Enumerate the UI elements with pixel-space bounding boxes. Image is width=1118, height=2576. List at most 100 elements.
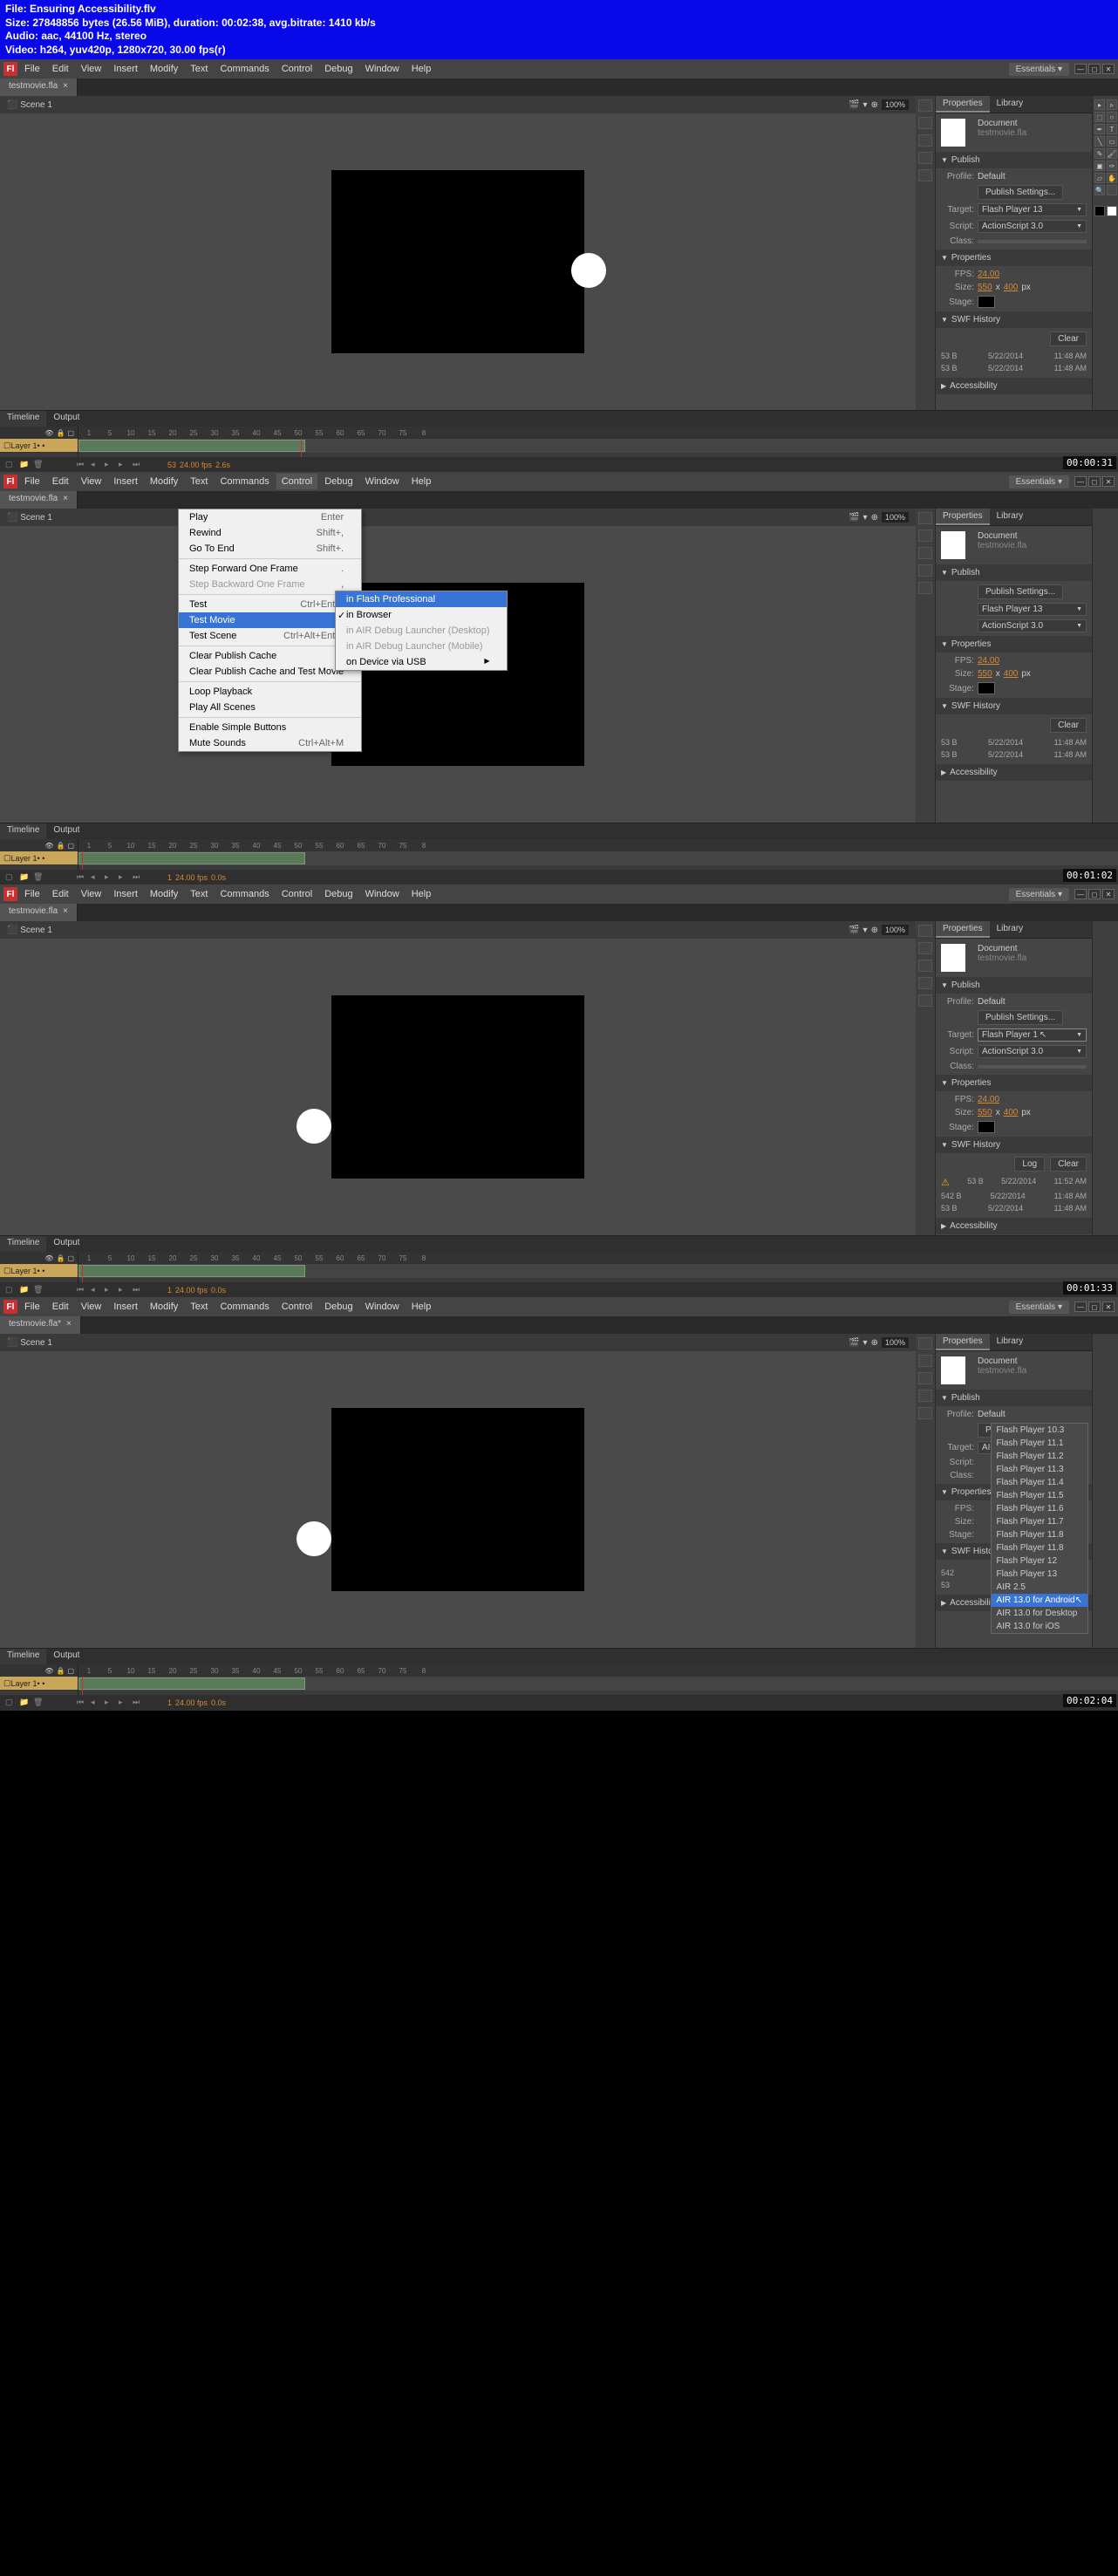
strip-icon[interactable] <box>918 117 932 129</box>
stage-canvas[interactable] <box>331 995 584 1179</box>
width-value[interactable]: 550 <box>978 283 992 292</box>
menu-control[interactable]: Control <box>276 474 317 489</box>
target-option[interactable]: Flash Player 11.5 <box>992 1489 1087 1502</box>
tab-library[interactable]: Library <box>990 96 1031 113</box>
ruler-mark[interactable]: 15 <box>141 429 162 437</box>
circle-shape[interactable] <box>297 1109 331 1144</box>
play-icon[interactable]: ▸ <box>105 460 115 470</box>
ruler-mark[interactable]: 20 <box>162 429 183 437</box>
transform-tool[interactable]: ⬚ <box>1094 112 1105 122</box>
menu-item-mute-sounds[interactable]: Mute SoundsCtrl+Alt+M <box>179 735 361 751</box>
ruler-mark[interactable]: 10 <box>120 842 141 850</box>
ruler-mark[interactable]: 1 <box>78 1667 99 1675</box>
edit-symbol-icon[interactable]: ▾ <box>863 100 868 110</box>
document-tab-dirty[interactable]: testmovie.fla*× <box>0 1316 81 1334</box>
ruler-mark[interactable]: 35 <box>225 1667 246 1675</box>
minimize-button[interactable]: — <box>1074 64 1087 74</box>
submenu-item-on-device-via-usb[interactable]: on Device via USB▶ <box>336 654 507 670</box>
menu-commands[interactable]: Commands <box>215 61 274 77</box>
target-option[interactable]: AIR 13.0 for Desktop <box>992 1607 1087 1620</box>
new-layer-icon[interactable]: ▢ <box>5 460 16 470</box>
last-frame-icon[interactable]: ⏭ <box>133 460 143 470</box>
menu-text[interactable]: Text <box>185 61 213 77</box>
menu-item-test-scene[interactable]: Test SceneCtrl+Alt+Enter <box>179 628 361 644</box>
lock-icon[interactable]: 🔒 <box>56 429 65 437</box>
ruler-mark[interactable]: 35 <box>225 1254 246 1262</box>
target-option[interactable]: Flash Player 11.2 <box>992 1450 1087 1463</box>
ruler-mark[interactable]: 25 <box>183 1254 204 1262</box>
frame-track[interactable] <box>78 439 1118 453</box>
ruler-mark[interactable]: 25 <box>183 842 204 850</box>
tab-properties[interactable]: Properties <box>936 96 990 113</box>
menu-help[interactable]: Help <box>406 61 437 77</box>
folder-icon[interactable]: 📁 <box>19 460 30 470</box>
target-dropdown[interactable]: Flash Player 13▼ <box>978 203 1087 216</box>
ruler-mark[interactable]: 8 <box>413 842 434 850</box>
menu-item-step-backward-one-frame[interactable]: Step Backward One Frame, <box>179 577 361 592</box>
ruler-mark[interactable]: 70 <box>372 1667 392 1675</box>
lasso-tool[interactable]: ○ <box>1107 112 1117 122</box>
menu-item-test-movie[interactable]: Test Movie▶ <box>179 612 361 628</box>
menu-item-step-forward-one-frame[interactable]: Step Forward One Frame. <box>179 561 361 577</box>
menu-item-play[interactable]: PlayEnter <box>179 509 361 525</box>
ruler-mark[interactable]: 40 <box>246 842 267 850</box>
ruler-mark[interactable]: 55 <box>309 842 330 850</box>
ruler-mark[interactable]: 15 <box>141 1667 162 1675</box>
ruler-mark[interactable]: 45 <box>267 429 288 437</box>
layer-row[interactable]: ▢ Layer 1 • • <box>0 439 78 453</box>
menu-item-clear-publish-cache[interactable]: Clear Publish Cache <box>179 648 361 664</box>
timeline-tab[interactable]: Timeline <box>0 411 46 427</box>
ruler-mark[interactable]: 15 <box>141 842 162 850</box>
ruler-mark[interactable]: 1 <box>78 1254 99 1262</box>
ruler-mark[interactable]: 10 <box>120 1254 141 1262</box>
ruler-mark[interactable]: 5 <box>99 1254 120 1262</box>
ruler-mark[interactable]: 70 <box>372 1254 392 1262</box>
script-dropdown[interactable]: ActionScript 3.0▼ <box>978 220 1087 233</box>
target-option[interactable]: Flash Player 11.1 <box>992 1437 1087 1450</box>
target-option[interactable]: Flash Player 11.7 <box>992 1515 1087 1528</box>
playhead[interactable] <box>301 439 302 457</box>
target-option[interactable]: AIR 2.5 <box>992 1581 1087 1594</box>
target-option[interactable]: Flash Player 11.6 <box>992 1502 1087 1515</box>
output-tab[interactable]: Output <box>46 411 86 427</box>
target-option[interactable]: Flash Player 11.8 <box>992 1528 1087 1541</box>
menu-insert[interactable]: Insert <box>108 61 143 77</box>
ruler-mark[interactable]: 35 <box>225 429 246 437</box>
ruler-mark[interactable]: 50 <box>288 429 309 437</box>
ruler-mark[interactable]: 5 <box>99 429 120 437</box>
ruler-mark[interactable]: 70 <box>372 429 392 437</box>
stroke-color[interactable] <box>1094 206 1105 216</box>
ruler-mark[interactable]: 40 <box>246 1667 267 1675</box>
ruler-mark[interactable]: 1 <box>78 842 99 850</box>
ruler-mark[interactable]: 5 <box>99 1667 120 1675</box>
target-option[interactable]: Flash Player 11.4 <box>992 1476 1087 1489</box>
ruler-mark[interactable]: 75 <box>392 429 413 437</box>
menu-edit[interactable]: Edit <box>47 61 74 77</box>
ruler-mark[interactable]: 30 <box>204 1254 225 1262</box>
ruler-mark[interactable]: 65 <box>351 429 372 437</box>
zoom-tool[interactable]: 🔍 <box>1094 185 1105 195</box>
ruler-mark[interactable]: 75 <box>392 1254 413 1262</box>
ruler-mark[interactable]: 5 <box>99 842 120 850</box>
ruler-mark[interactable]: 1 <box>78 429 99 437</box>
text-tool[interactable]: T <box>1107 124 1117 134</box>
workspace-selector[interactable]: Essentials ▾ <box>1009 63 1069 76</box>
brush-tool[interactable]: 🖌 <box>1107 148 1117 159</box>
ruler-mark[interactable]: 8 <box>413 429 434 437</box>
ruler-mark[interactable]: 55 <box>309 1254 330 1262</box>
bucket-tool[interactable]: ▣ <box>1094 161 1105 171</box>
close-icon[interactable]: × <box>63 81 68 91</box>
ruler-mark[interactable]: 20 <box>162 1254 183 1262</box>
ruler-mark[interactable]: 40 <box>246 429 267 437</box>
menu-item-play-all-scenes[interactable]: Play All Scenes <box>179 700 361 715</box>
ruler-mark[interactable]: 65 <box>351 842 372 850</box>
log-button[interactable]: Log <box>1014 1157 1045 1172</box>
line-tool[interactable]: ╲ <box>1094 136 1105 147</box>
ruler-mark[interactable]: 60 <box>330 429 351 437</box>
workspace-selector[interactable]: Essentials ▾ <box>1009 475 1069 489</box>
strip-icon[interactable] <box>918 134 932 147</box>
first-frame-icon[interactable]: ⏮ <box>77 460 87 470</box>
menu-item-enable-simple-buttons[interactable]: Enable Simple Buttons <box>179 720 361 735</box>
menu-window[interactable]: Window <box>360 61 405 77</box>
ruler-mark[interactable]: 30 <box>204 429 225 437</box>
